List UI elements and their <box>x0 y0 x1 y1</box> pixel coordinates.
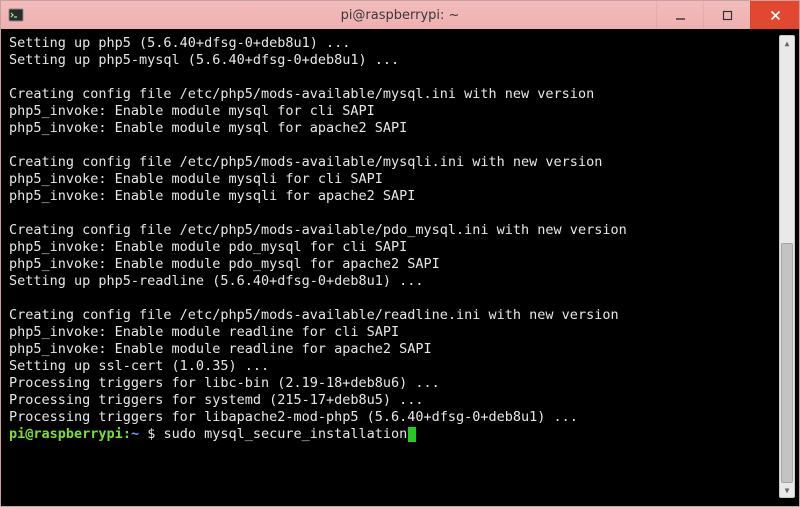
terminal-line: php5_invoke: Enable module mysql for cli… <box>9 103 791 120</box>
terminal-line: php5_invoke: Enable module pdo_mysql for… <box>9 239 791 256</box>
terminal-line: Processing triggers for systemd (215-17+… <box>9 392 791 409</box>
scroll-track[interactable] <box>780 50 794 483</box>
minimize-button[interactable] <box>656 1 703 29</box>
cursor <box>408 427 416 442</box>
terminal-line: Creating config file /etc/php5/mods-avai… <box>9 154 791 171</box>
terminal-line: php5_invoke: Enable module readline for … <box>9 341 791 358</box>
window-buttons <box>656 1 799 29</box>
terminal-line: Processing triggers for libc-bin (2.19-1… <box>9 375 791 392</box>
prompt-path: ~ <box>131 426 147 442</box>
terminal-line <box>9 205 791 222</box>
terminal-area[interactable]: Setting up php5 (5.6.40+dfsg-0+deb8u1) .… <box>1 29 799 506</box>
terminal-line: php5_invoke: Enable module pdo_mysql for… <box>9 256 791 273</box>
terminal-line: Setting up php5-mysql (5.6.40+dfsg-0+deb… <box>9 52 791 69</box>
terminal-line: Creating config file /etc/php5/mods-avai… <box>9 222 791 239</box>
prompt-user: pi <box>9 426 25 442</box>
terminal-line: php5_invoke: Enable module readline for … <box>9 324 791 341</box>
maximize-button[interactable] <box>703 1 750 29</box>
terminal-line: Processing triggers for libapache2-mod-p… <box>9 409 791 426</box>
terminal-prompt-line[interactable]: pi@raspberrypi:~ $ sudo mysql_secure_ins… <box>9 426 791 443</box>
terminal-icon <box>7 6 25 24</box>
prompt-colon: : <box>123 426 131 442</box>
terminal-line: php5_invoke: Enable module mysqli for ap… <box>9 188 791 205</box>
close-button[interactable] <box>750 1 799 29</box>
scroll-up-icon[interactable]: ▲ <box>780 37 794 49</box>
scroll-thumb[interactable] <box>781 243 793 483</box>
terminal-line <box>9 137 791 154</box>
scroll-down-icon[interactable]: ▼ <box>780 484 794 496</box>
terminal-line: php5_invoke: Enable module mysql for apa… <box>9 120 791 137</box>
terminal-line: Creating config file /etc/php5/mods-avai… <box>9 86 791 103</box>
titlebar[interactable]: pi@raspberrypi: ~ <box>1 1 799 29</box>
prompt-symbol: $ <box>147 426 163 442</box>
terminal-output: Setting up php5 (5.6.40+dfsg-0+deb8u1) .… <box>9 35 791 443</box>
terminal-line: Creating config file /etc/php5/mods-avai… <box>9 307 791 324</box>
terminal-line: Setting up php5-readline (5.6.40+dfsg-0+… <box>9 273 791 290</box>
prompt-command: sudo mysql_secure_installation <box>163 426 407 442</box>
prompt-host: raspberrypi <box>33 426 122 442</box>
terminal-line: php5_invoke: Enable module mysqli for cl… <box>9 171 791 188</box>
terminal-line <box>9 69 791 86</box>
vertical-scrollbar[interactable]: ▲ ▼ <box>779 35 795 498</box>
terminal-window: pi@raspberrypi: ~ Setting up php5 (5.6.4… <box>0 0 800 507</box>
terminal-line: Setting up ssl-cert (1.0.35) ... <box>9 358 791 375</box>
terminal-line: Setting up php5 (5.6.40+dfsg-0+deb8u1) .… <box>9 35 791 52</box>
terminal-line <box>9 290 791 307</box>
